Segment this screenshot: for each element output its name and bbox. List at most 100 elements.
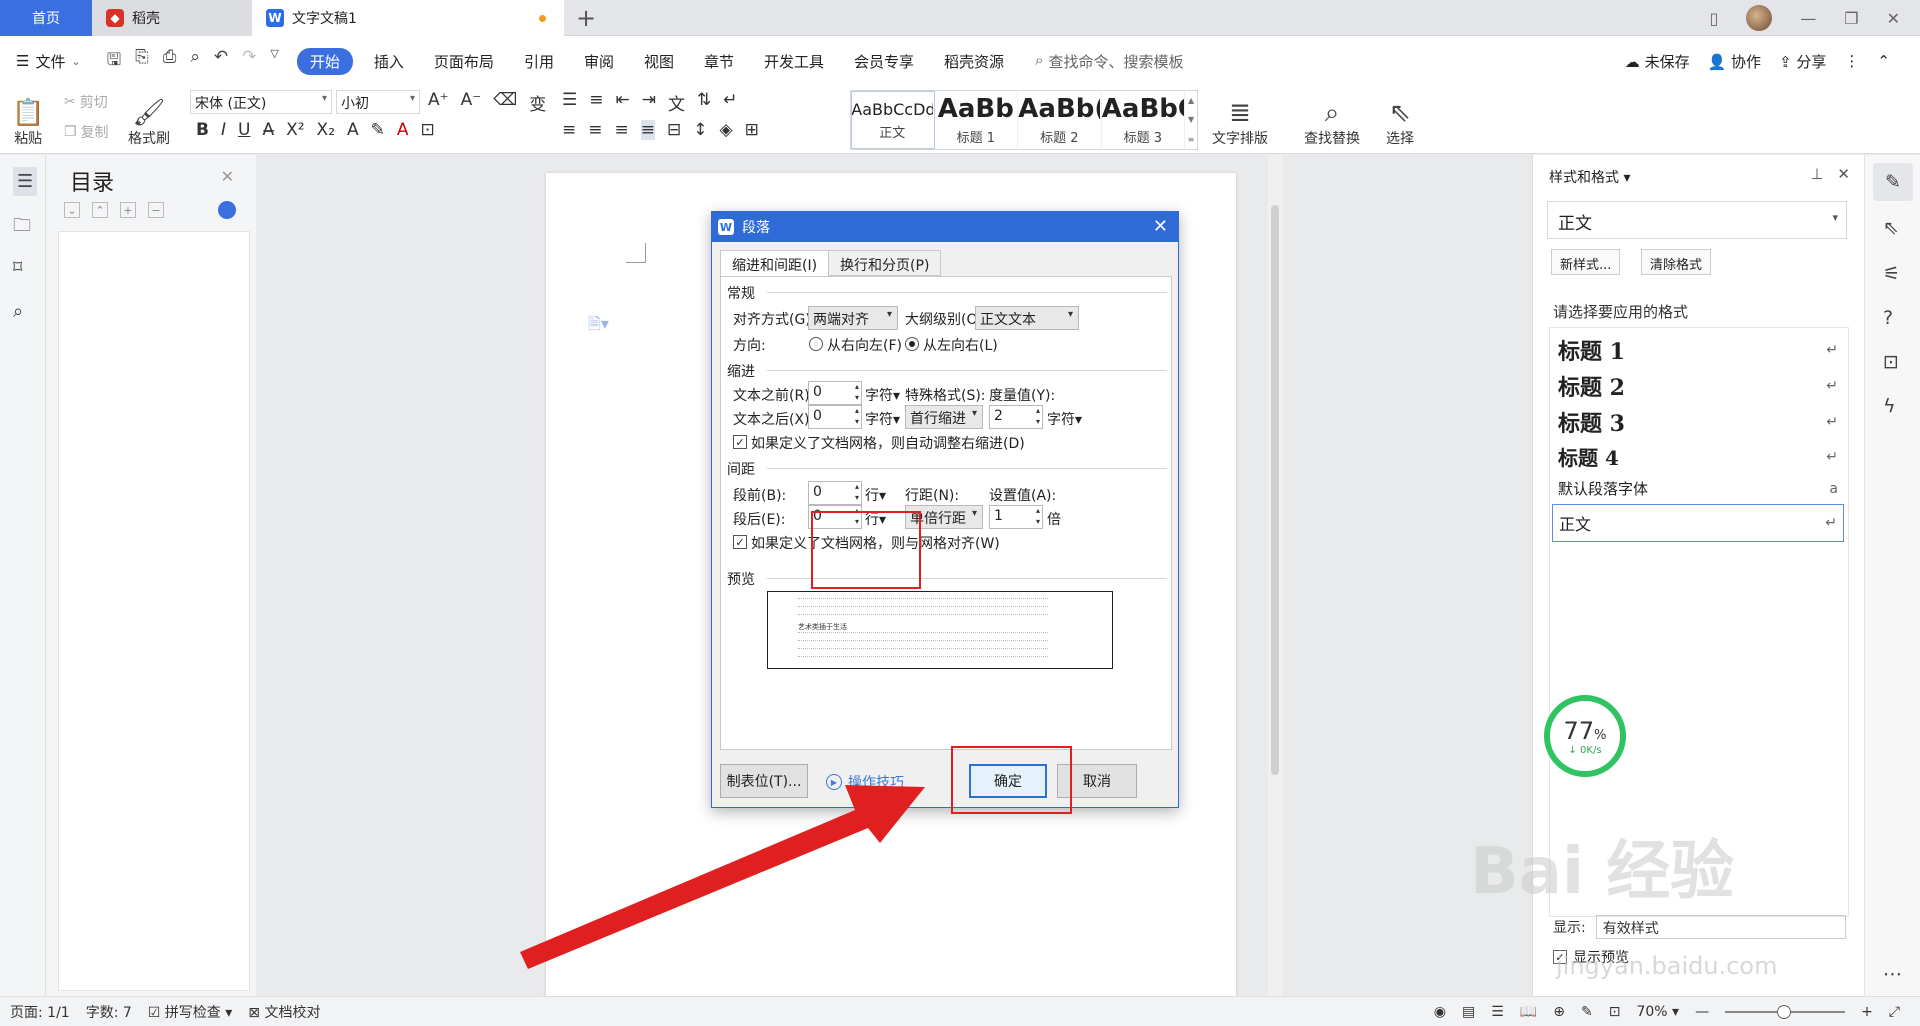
adjust-icon[interactable]: ⚟ xyxy=(1883,263,1900,285)
space-before-input[interactable]: 0 xyxy=(808,481,862,505)
tab-6[interactable]: 章节 xyxy=(689,51,749,72)
ltr-radio[interactable] xyxy=(905,337,919,351)
select-button[interactable]: ⇖ 选择 xyxy=(1386,90,1414,148)
char-border-icon[interactable]: ⊡ xyxy=(421,120,435,140)
minimize-icon[interactable]: — xyxy=(1800,9,1816,28)
shading-icon[interactable]: ◈ xyxy=(720,120,733,140)
font-color-icon[interactable]: A xyxy=(397,120,409,140)
tab-1[interactable]: 插入 xyxy=(359,51,419,72)
shrink-font-icon[interactable]: A⁻ xyxy=(461,90,482,115)
tab-3[interactable]: 引用 xyxy=(509,51,569,72)
zoom-slider-knob[interactable] xyxy=(1777,1004,1792,1019)
style-list-item[interactable]: 标题 2 ↵ xyxy=(1558,370,1838,402)
collapse-icon[interactable]: ⌃ xyxy=(92,202,108,218)
increase-indent-icon[interactable]: ⇥ xyxy=(642,90,656,115)
add-icon[interactable]: + xyxy=(120,202,136,218)
web-view-icon[interactable]: ⊕ xyxy=(1553,1004,1565,1020)
strikethrough-icon[interactable]: A̶ xyxy=(262,120,274,140)
command-search[interactable]: ⌕ 查找命令、搜索模板 xyxy=(1035,51,1183,72)
bullets-icon[interactable]: ☰ xyxy=(562,90,577,115)
align-right-icon[interactable]: ≡ xyxy=(615,120,629,140)
numbering-icon[interactable]: ≡ xyxy=(589,90,603,115)
toc-icon[interactable]: ☰ xyxy=(13,167,38,196)
remove-icon[interactable]: − xyxy=(148,202,164,218)
bold-icon[interactable]: B xyxy=(196,120,209,140)
vertical-scrollbar[interactable] xyxy=(1268,155,1282,996)
alignment-select[interactable]: 两端对齐 xyxy=(808,306,898,330)
more-icon[interactable]: ⋮ xyxy=(1844,52,1859,70)
chinese-layout-icon[interactable]: 文 xyxy=(668,90,685,115)
export-pdf-icon[interactable]: ⎘ xyxy=(135,47,149,76)
grid-align-checkbox[interactable]: ✓ xyxy=(733,535,747,549)
new-style-button[interactable]: 新样式... xyxy=(1551,249,1621,275)
tab-0[interactable]: 开始 xyxy=(296,47,353,75)
fullscreen-icon[interactable]: ⤢ xyxy=(1889,1004,1900,1020)
phonetic-icon[interactable]: 变 xyxy=(529,90,546,115)
paragraph-handle-icon[interactable]: 🗎▾ xyxy=(588,313,609,340)
decrease-indent-icon[interactable]: ⇤ xyxy=(616,90,630,115)
rtl-radio[interactable] xyxy=(809,337,823,351)
collapse-ribbon-icon[interactable]: ⌃ xyxy=(1877,52,1890,70)
tab-7[interactable]: 开发工具 xyxy=(749,51,839,72)
after-text-input[interactable]: 0 xyxy=(808,405,862,429)
print-preview-icon[interactable]: ⌕ xyxy=(190,47,200,76)
read-view-icon[interactable]: 📖 xyxy=(1520,1004,1537,1020)
underline-icon[interactable]: U xyxy=(238,120,250,140)
text-layout-button[interactable]: ≣ 文字排版 xyxy=(1212,90,1268,148)
close-icon[interactable]: ✕ xyxy=(221,167,234,186)
expand-icon[interactable]: ⌄ xyxy=(64,202,80,218)
outline-level-select[interactable]: 正文文本 xyxy=(975,306,1079,330)
tab-9[interactable]: 稻壳资源 xyxy=(929,51,1019,72)
help-icon[interactable]: ? xyxy=(1883,307,1893,329)
superscript-icon[interactable]: X² xyxy=(286,120,304,140)
ai-assistant-icon[interactable] xyxy=(218,201,236,219)
page-view-icon[interactable]: ▤ xyxy=(1462,1004,1475,1020)
more-quick-icon[interactable]: ▽ xyxy=(270,47,278,76)
chevron-up-icon[interactable]: ▲ xyxy=(1188,96,1194,105)
zoom-slider[interactable] xyxy=(1725,1004,1846,1019)
restore-icon[interactable]: ❐ xyxy=(1844,9,1858,28)
align-center-icon[interactable]: ≡ xyxy=(588,120,602,140)
style-list-item[interactable]: 标题 3 ↵ xyxy=(1558,406,1838,438)
style-list-item[interactable]: 正文 ↵ xyxy=(1552,504,1844,542)
gallery-scroll[interactable]: ▲ ▼ ≡ xyxy=(1185,91,1197,149)
chapter-icon[interactable]: 🗀 xyxy=(13,213,31,243)
word-count[interactable]: 字数: 7 xyxy=(86,1002,132,1022)
set-value-input[interactable]: 1 xyxy=(989,505,1043,529)
tab-home[interactable]: 首页 xyxy=(0,0,92,36)
align-left-icon[interactable]: ≡ xyxy=(562,120,576,140)
unsaved-button[interactable]: ☁ 未保存 xyxy=(1625,51,1690,72)
measure-unit[interactable]: 字符▾ xyxy=(1047,409,1082,429)
tab-4[interactable]: 审阅 xyxy=(569,51,629,72)
spell-check-button[interactable]: ☑ 拼写检查 ▾ xyxy=(148,1002,233,1022)
tab-stops-button[interactable]: 制表位(T)... xyxy=(720,764,808,798)
tab-2[interactable]: 页面布局 xyxy=(419,51,509,72)
bookmark-icon[interactable]: ⌑ xyxy=(13,257,22,278)
show-marks-icon[interactable]: ↵ xyxy=(723,90,737,115)
tab-daoke[interactable]: ◆ 稻壳 xyxy=(92,0,252,36)
eye-protect-icon[interactable]: ◉ xyxy=(1434,1004,1446,1020)
outline-view-icon[interactable]: ☰ xyxy=(1491,1004,1504,1020)
copy-button[interactable]: ❐ 复制 xyxy=(64,122,109,142)
style-list-item[interactable]: 标题 4 ↵ xyxy=(1558,442,1838,471)
paste-button[interactable]: 📋 粘贴 xyxy=(12,90,44,148)
select-cursor-icon[interactable]: ⇖ xyxy=(1883,217,1899,239)
picture-tool-icon[interactable]: ⊡ xyxy=(1883,351,1899,373)
pin-icon[interactable]: ⊥ xyxy=(1810,165,1823,183)
close-icon[interactable]: ✕ xyxy=(1153,216,1168,237)
tips-link[interactable]: ▶ 操作技巧 xyxy=(826,772,904,792)
current-style-select[interactable]: 正文 xyxy=(1547,201,1847,239)
zoom-in-icon[interactable]: + xyxy=(1861,1004,1873,1020)
dialog-title-bar[interactable]: W 段落 ✕ xyxy=(712,212,1178,242)
find-replace-button[interactable]: ⌕ 查找替换 xyxy=(1304,90,1360,148)
style-gallery-item[interactable]: AaBb(标题 2 xyxy=(1018,91,1102,149)
expand-gallery-icon[interactable]: ≡ xyxy=(1188,135,1195,144)
highlight-icon[interactable]: ✎ xyxy=(371,120,385,140)
show-filter-select[interactable]: 有效样式 xyxy=(1595,915,1846,939)
tab-line-page-breaks[interactable]: 换行和分页(P) xyxy=(828,250,942,276)
new-tab-button[interactable]: + xyxy=(576,4,596,32)
search-icon[interactable]: ⌕ xyxy=(13,301,23,322)
before-text-input[interactable]: 0 xyxy=(808,381,862,405)
zoom-level[interactable]: 70% ▾ xyxy=(1636,1004,1679,1020)
scroll-thumb[interactable] xyxy=(1271,205,1279,775)
